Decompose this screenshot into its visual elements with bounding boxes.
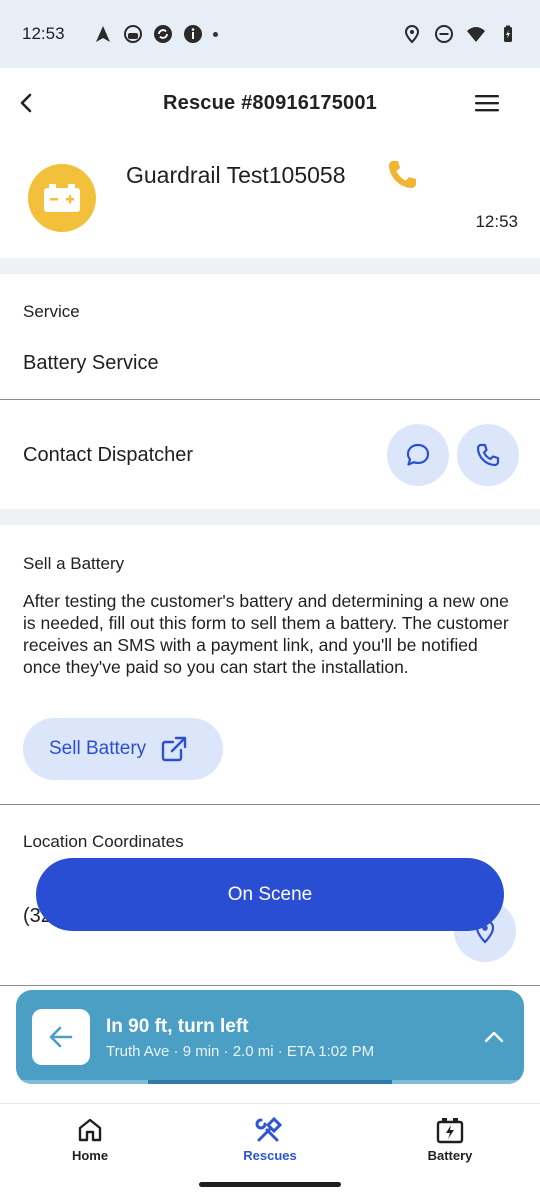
call-dispatcher-button[interactable] [457,424,519,486]
home-icon [78,1118,102,1142]
phone-outline-icon [476,443,500,467]
nav-details: Truth Ave · 9 min · 2.0 mi · ETA 1:02 PM [106,1043,375,1060]
wifi-icon [466,24,486,44]
customer-time: 12:53 [475,212,518,231]
chat-bubble-icon [406,443,430,466]
car-battery-icon [44,184,80,212]
call-customer-button[interactable] [385,158,419,192]
location-pin-icon [402,24,422,44]
battery-box-icon [436,1118,464,1144]
service-value: Battery Service [23,352,159,374]
chevron-up-icon [484,1031,504,1043]
tab-rescues-label: Rescues [243,1148,297,1163]
hamburger-menu-icon [475,95,499,112]
sync-icon [153,24,173,44]
section-divider [0,509,540,525]
avatar [28,164,96,232]
notification-dot-icon [212,31,218,37]
back-button[interactable] [10,86,44,120]
tab-home-label: Home [71,1148,109,1163]
customer-card: Guardrail Test105058 12:53 [0,138,540,258]
info-icon [183,24,203,44]
service-label: Service [23,302,80,321]
android-icon [123,24,143,44]
chevron-left-icon [20,93,32,113]
message-dispatcher-button[interactable] [387,424,449,486]
page-title: Rescue #80916175001 [163,91,377,114]
arrow-left-icon [49,1026,73,1048]
tab-battery[interactable]: Battery [390,1116,510,1163]
sell-label: Sell a Battery [23,554,125,573]
customer-name: Guardrail Test105058 [126,162,346,188]
location-label: Location Coordinates [23,832,184,851]
sell-battery-button-label: Sell Battery [49,738,147,759]
expand-nav-button[interactable] [480,1023,508,1051]
app-header: Rescue #80916175001 [0,68,540,138]
divider-line [0,985,540,986]
phone-icon [389,161,416,188]
tab-home[interactable]: Home [30,1116,150,1163]
menu-button[interactable] [472,88,502,118]
sell-battery-button[interactable]: Sell Battery [23,718,223,780]
sell-description: After testing the customer's battery and… [23,591,509,677]
section-divider [0,258,540,274]
dispatcher-label: Contact Dispatcher [23,444,194,466]
on-scene-label: On Scene [227,883,313,905]
status-time: 12:53 [22,24,65,43]
turn-indicator [32,1009,90,1065]
do-not-disturb-icon [434,24,454,44]
home-indicator[interactable] [199,1182,341,1187]
tools-icon [255,1116,283,1142]
status-right [402,24,518,44]
nav-instruction: In 90 ft, turn left [106,1016,249,1037]
nav-progress-fill [148,1080,392,1084]
tab-rescues[interactable]: Rescues [210,1116,330,1163]
external-link-icon [161,736,187,762]
battery-icon [498,24,518,44]
status-left: 12:53 [22,24,218,44]
tab-battery-label: Battery [427,1148,473,1163]
on-scene-button[interactable]: On Scene [36,858,504,931]
service-section: Service Battery Service [0,274,540,399]
navigation-banner[interactable]: In 90 ft, turn left Truth Ave · 9 min · … [16,990,524,1084]
navigation-arrow-icon [93,24,113,44]
status-bar: 12:53 [0,0,540,68]
dispatcher-section: Contact Dispatcher [0,400,540,508]
